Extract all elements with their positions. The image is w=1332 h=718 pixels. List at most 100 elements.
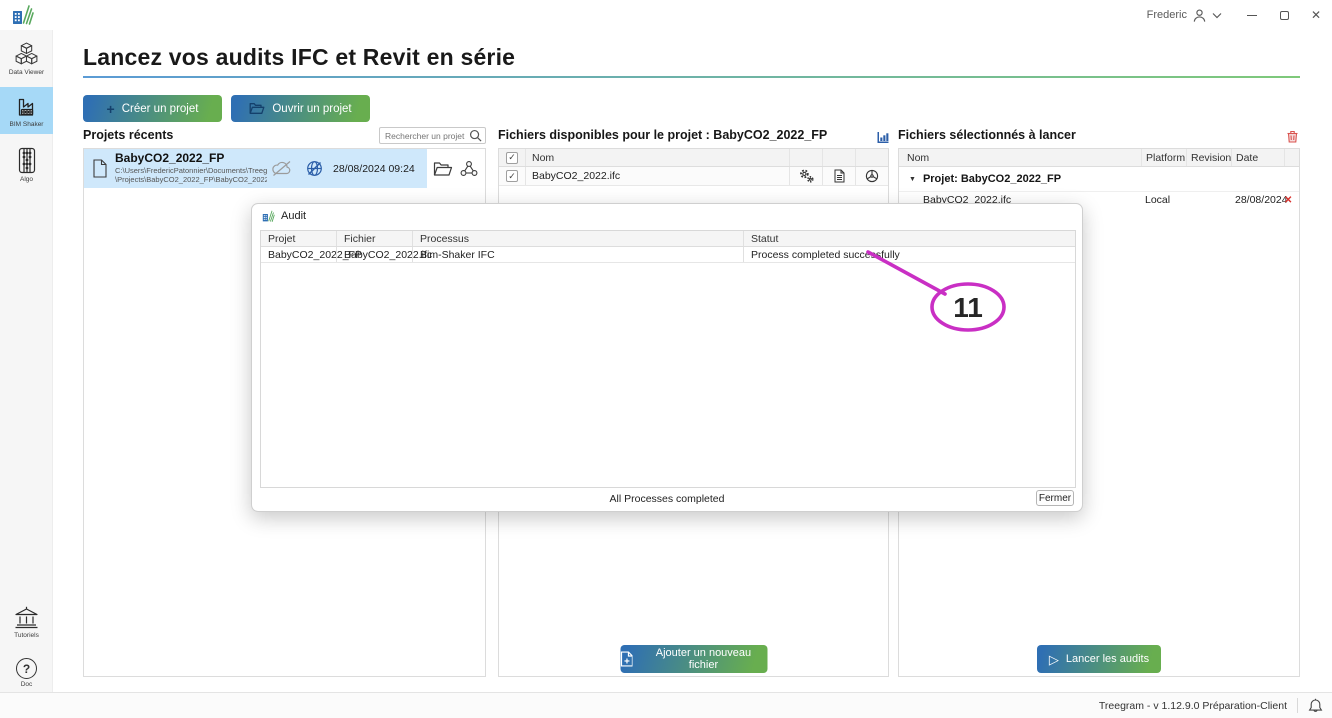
file-name: BabyCO2_2022.ifc (525, 167, 789, 185)
minimize-icon (1247, 14, 1257, 16)
app-window: Frederic ✕ Data Viewer BIM Shaker Algo T… (0, 0, 1332, 718)
treegram-logo-icon (13, 5, 34, 25)
sidebar-item-label: Algo (19, 176, 33, 183)
column-projet: Projet (268, 232, 296, 245)
available-file-row[interactable]: ✓ BabyCO2_2022.ifc (499, 167, 888, 186)
dialog-close-button[interactable]: Fermer (1036, 490, 1074, 506)
column-actions-2 (822, 149, 855, 166)
group-label: Projet: BabyCO2_2022_FP (922, 173, 1062, 185)
chevron-down-icon (1212, 12, 1222, 18)
dialog-titlebar: Audit (252, 204, 1082, 228)
file-checkbox[interactable]: ✓ (506, 170, 518, 182)
sort-icon[interactable] (876, 131, 890, 144)
sidebar-item-label: Tutoriels (14, 632, 39, 639)
trash-icon[interactable] (1287, 130, 1298, 143)
user-menu[interactable]: Frederic (1147, 8, 1222, 23)
launch-audits-button[interactable]: ▷ Lancer les audits (1037, 645, 1161, 673)
open-project-button[interactable]: Ouvrir un projet (231, 95, 370, 122)
project-path-line2: \Projects\BabyCO2_2022_FP\BabyCO2_2022_F… (115, 175, 267, 185)
audit-row[interactable]: BabyCO2_2022_FP BabyCO2_2022.ifc Bim-Sha… (261, 247, 1075, 263)
search-icon[interactable] (469, 129, 482, 142)
project-row-selected[interactable]: BabyCO2_2022_FP C:\Users\FredericPatonni… (84, 149, 427, 188)
close-button[interactable]: ✕ (1300, 0, 1332, 30)
column-fichier: Fichier (336, 231, 412, 246)
treegram-logo-icon (262, 210, 275, 222)
open-folder-icon[interactable] (433, 161, 453, 177)
sidebar-item-tutoriels[interactable]: Tutoriels (0, 600, 53, 643)
statusbar-divider (1297, 698, 1298, 713)
sidebar-item-label: Data Viewer (8, 69, 45, 76)
dialog-title: Audit (281, 210, 307, 222)
column-date: Date (1231, 149, 1284, 166)
sidebar-item-algo[interactable]: Algo (0, 141, 53, 187)
globe-off-icon[interactable] (305, 159, 324, 178)
title-underline (83, 76, 1300, 78)
available-files-header: ✓ Nom (499, 149, 888, 167)
column-remove (1284, 149, 1299, 166)
sidebar-item-label: BIM Shaker (9, 121, 44, 128)
user-icon (1193, 9, 1206, 22)
audit-table: Projet Fichier Processus Statut BabyCO2_… (260, 230, 1076, 488)
audit-dialog: Audit Projet Fichier Processus Statut Ba… (251, 203, 1083, 512)
selected-files-title: Fichiers sélectionnés à lancer (898, 128, 1076, 142)
caret-down-icon[interactable]: ▼ (909, 176, 916, 183)
dialog-status-text: All Processes completed (609, 492, 725, 505)
sidebar-item-bim-shaker[interactable]: BIM Shaker (0, 87, 53, 134)
project-name: BabyCO2_2022_FP (115, 151, 225, 165)
create-project-button[interactable]: + Créer un projet (83, 95, 222, 122)
sidebar-item-doc[interactable]: ? Doc (0, 652, 53, 692)
audit-table-header: Projet Fichier Processus Statut (261, 231, 1075, 247)
sidebar-item-label: Doc (20, 681, 33, 688)
cluster-icon[interactable] (459, 160, 479, 178)
project-row-actions (427, 149, 485, 188)
project-search (379, 127, 486, 144)
maximize-button[interactable] (1268, 0, 1300, 30)
abacus-icon (18, 147, 35, 174)
file-plus-icon (620, 651, 633, 667)
page-title: Lancez vos audits IFC et Revit en série (83, 44, 516, 70)
column-processus: Processus (412, 231, 743, 246)
recent-projects-title: Projets récents (83, 128, 174, 142)
select-all-checkbox[interactable]: ✓ (506, 151, 518, 164)
sidebar-item-data-viewer[interactable]: Data Viewer (0, 36, 53, 80)
project-row[interactable]: BabyCO2_2022_FP C:\Users\FredericPatonni… (84, 149, 485, 188)
cubes-icon (15, 42, 38, 65)
column-nom: Nom (525, 149, 789, 166)
file-icon (93, 159, 107, 178)
report-file-icon[interactable] (834, 169, 845, 183)
column-nom: Nom (907, 151, 930, 164)
project-date: 28/08/2024 09:24 (333, 162, 415, 175)
titlebar: Frederic ✕ (0, 0, 1332, 30)
audit-processus: Bim-Shaker IFC (412, 247, 743, 262)
close-icon: ✕ (1310, 8, 1322, 22)
audit-fichier: BabyCO2_2022.ifc (336, 247, 432, 262)
bank-icon (15, 606, 38, 629)
help-icon: ? (16, 658, 37, 679)
factory-icon (18, 98, 33, 116)
add-file-button[interactable]: Ajouter un nouveau fichier (620, 645, 767, 673)
column-statut: Statut (743, 231, 1075, 246)
column-actions-3 (855, 149, 888, 166)
search-input[interactable] (380, 130, 469, 141)
selected-files-header: Nom Platform Revision Date (899, 149, 1299, 167)
bell-icon[interactable] (1308, 698, 1323, 714)
column-revision: Revision (1186, 149, 1231, 166)
column-actions-1 (789, 149, 822, 166)
open-folder-icon (249, 103, 265, 114)
column-platform: Platform (1141, 149, 1186, 166)
plus-icon: + (106, 100, 115, 117)
audit-statut: Process completed successfully (743, 247, 1075, 262)
project-info: BabyCO2_2022_FP C:\Users\FredericPatonni… (115, 152, 267, 185)
audit-projet: BabyCO2_2022_FP (268, 248, 362, 261)
sidebar: Data Viewer BIM Shaker Algo Tutoriels ? … (0, 30, 53, 692)
available-files-title: Fichiers disponibles pour le projet : Ba… (498, 128, 828, 142)
username: Frederic (1146, 9, 1187, 21)
version-text: Treegram - v 1.12.9.0 Préparation-Client (1098, 699, 1287, 712)
project-path-line1: C:\Users\FredericPatonnier\Documents\Tre… (115, 165, 267, 175)
viewer-wheel-icon[interactable] (865, 169, 879, 183)
project-group-row[interactable]: ▼ Projet: BabyCO2_2022_FP (899, 167, 1299, 192)
remove-file-icon[interactable]: ✕ (1284, 195, 1299, 206)
processes-gears-icon[interactable] (798, 168, 815, 184)
minimize-button[interactable] (1236, 0, 1268, 30)
cloud-off-icon[interactable] (271, 160, 293, 177)
